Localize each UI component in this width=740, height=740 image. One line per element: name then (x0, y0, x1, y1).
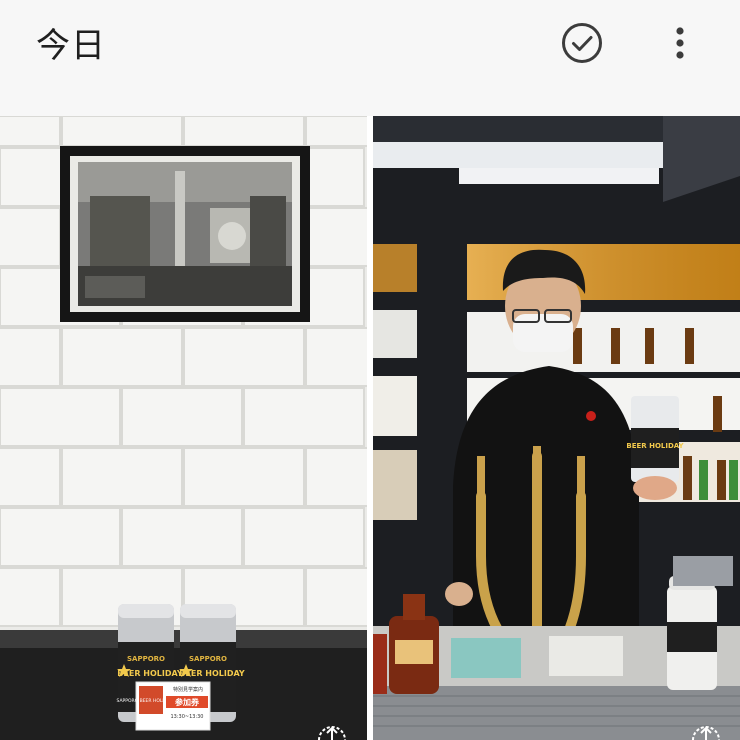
cup-brand: SAPPORO (127, 655, 165, 663)
top-app-bar: 今日 (0, 0, 740, 116)
photo-thumbnail[interactable]: SAPPORO BEER HOLIDAY SAPPORO BEER HOLIDA… (0, 116, 367, 740)
cup-brand: SAPPORO (189, 655, 227, 663)
photo-thumbnail[interactable]: BEER HOLIDAY (373, 116, 740, 740)
cup-text: BEER HOLIDAY (626, 442, 684, 450)
page-title: 今日 (36, 26, 106, 66)
backup-status-badge (314, 718, 350, 740)
backup-status-badge (688, 718, 724, 740)
more-vert-icon (676, 27, 684, 59)
card-time: 13:30~13:30 (170, 714, 203, 720)
cup-text: BEER HOLIDAY (117, 669, 183, 678)
photo-image: BEER HOLIDAY (373, 116, 740, 740)
cup-text: BEER HOLIDAY (179, 669, 245, 678)
photo-image: SAPPORO BEER HOLIDAY SAPPORO BEER HOLIDA… (0, 116, 367, 740)
photo-grid: SAPPORO BEER HOLIDAY SAPPORO BEER HOLIDA… (0, 116, 740, 740)
cloud-upload-icon (318, 726, 346, 740)
more-options-button[interactable] (660, 19, 700, 67)
check-circle-icon (562, 23, 602, 63)
select-button[interactable] (558, 19, 606, 67)
cloud-upload-icon (692, 726, 720, 740)
card-note: 特別見学案内 (173, 686, 203, 693)
card-stamp: 参加券 (174, 697, 200, 707)
